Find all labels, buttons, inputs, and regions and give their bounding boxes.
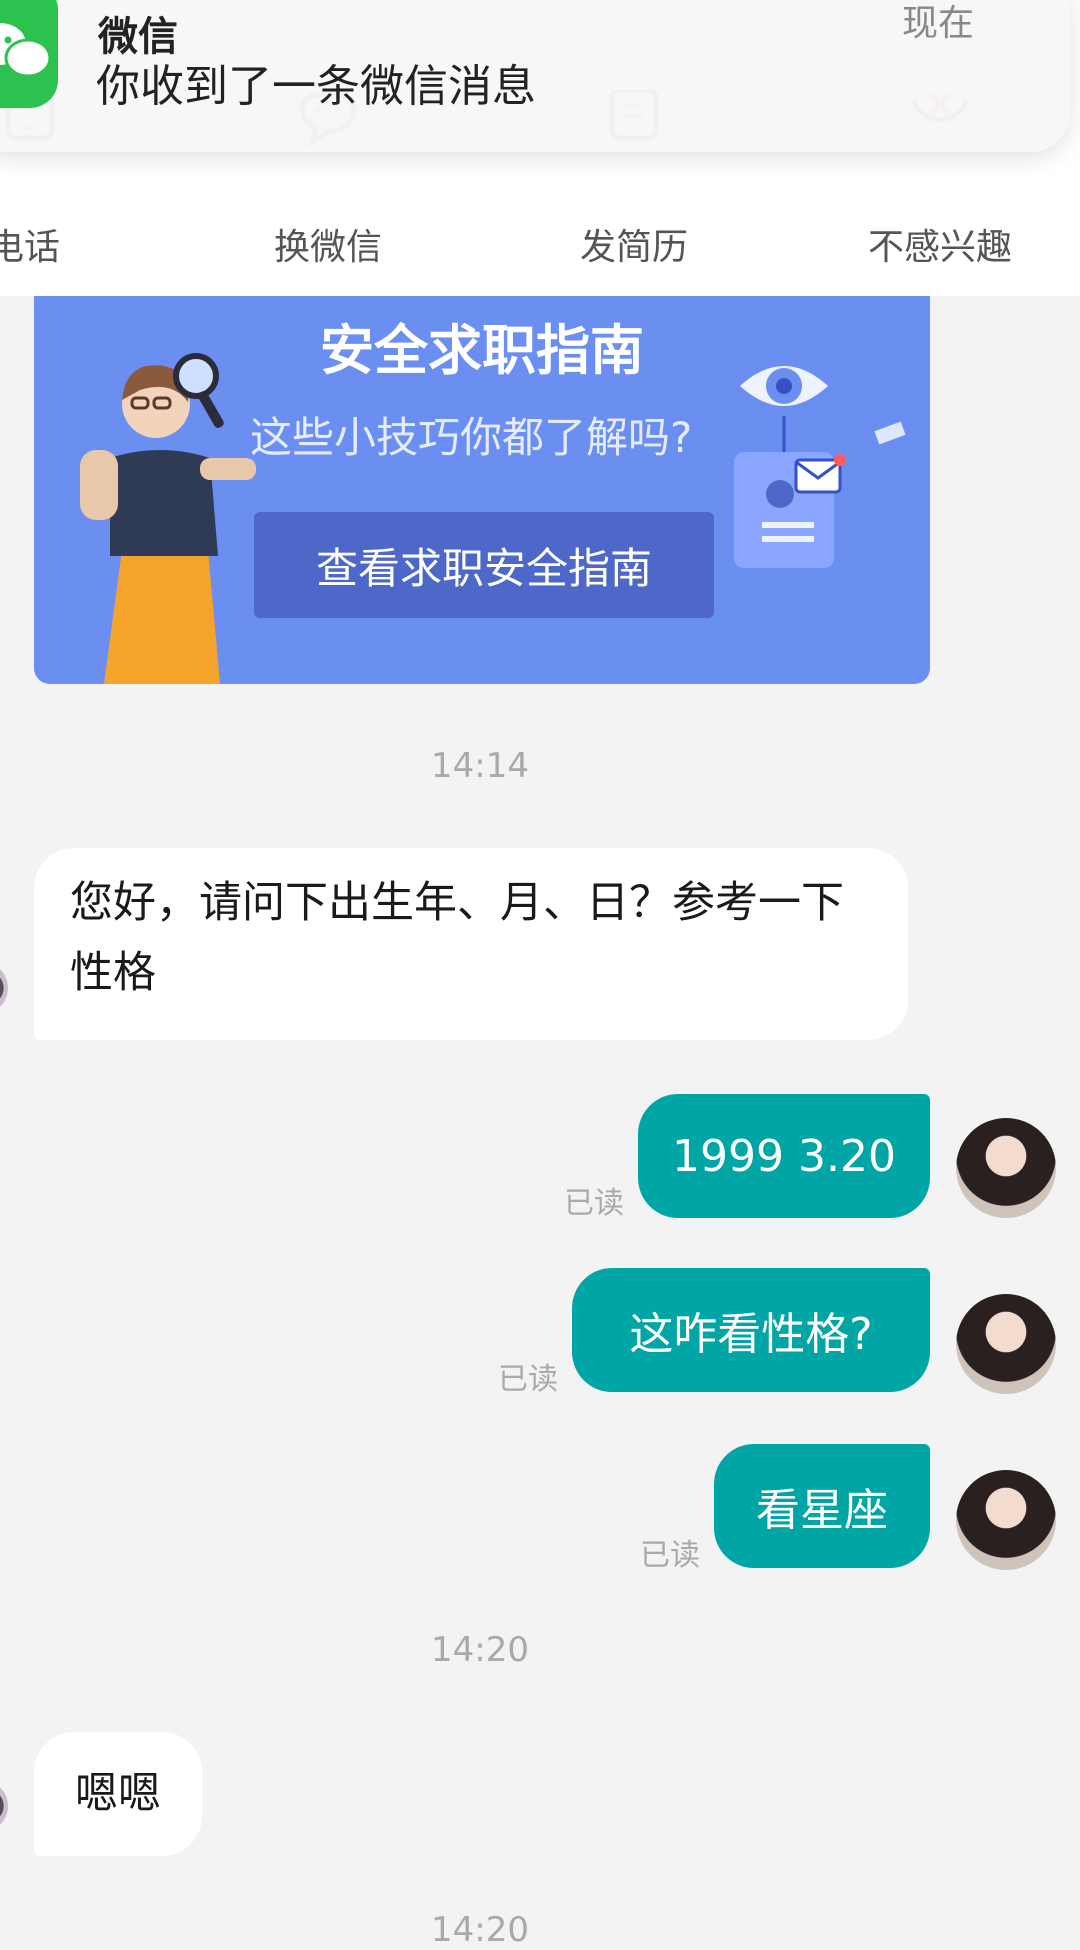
timestamp: 14:20: [431, 1910, 529, 1950]
action-label-not-interested: 不感兴趣: [867, 227, 1012, 268]
user-avatar[interactable]: [956, 1294, 1056, 1394]
action-label-wechat: 换微信: [273, 227, 382, 268]
action-label-phone: 电话: [0, 227, 61, 268]
recruiter-avatar[interactable]: [0, 962, 8, 1014]
user-avatar[interactable]: [956, 1118, 1056, 1218]
notification-banner[interactable]: 微信 你收到了一条微信消息 现在: [0, 0, 1070, 152]
view-safety-guide-button[interactable]: 查看求职安全指南: [254, 512, 714, 618]
message-bubble-incoming[interactable]: 嗯嗯: [34, 1732, 202, 1856]
notification-message: 你收到了一条微信消息: [96, 61, 536, 112]
message-bubble-outgoing[interactable]: 1999 3.20: [638, 1094, 930, 1218]
notification-time: 现在: [901, 3, 974, 44]
read-status: 已读: [640, 1538, 700, 1573]
message-bubble-incoming[interactable]: 您好，请问下出生年、月、日？参考一下性格: [34, 848, 908, 1040]
safety-guide-card[interactable]: 安全求职指南 这些小技巧你都了解吗? 查看求职安全指南: [34, 296, 930, 684]
card-subtitle: 这些小技巧你都了解吗?: [250, 413, 693, 462]
eye-document-illustration: [734, 366, 906, 568]
timestamp: 14:20: [431, 1630, 529, 1670]
message-bubble-outgoing[interactable]: 这咋看性格?: [572, 1268, 930, 1392]
read-status: 已读: [564, 1186, 624, 1221]
message-bubble-outgoing[interactable]: 看星座: [714, 1444, 930, 1568]
action-label-resume: 发简历: [579, 227, 688, 268]
recruiter-avatar[interactable]: [0, 1780, 8, 1832]
woman-magnifier-illustration: [80, 353, 256, 684]
wechat-app-icon: [0, 0, 58, 108]
timestamp: 14:14: [431, 746, 529, 786]
read-status: 已读: [498, 1362, 558, 1397]
user-avatar[interactable]: [956, 1470, 1056, 1570]
